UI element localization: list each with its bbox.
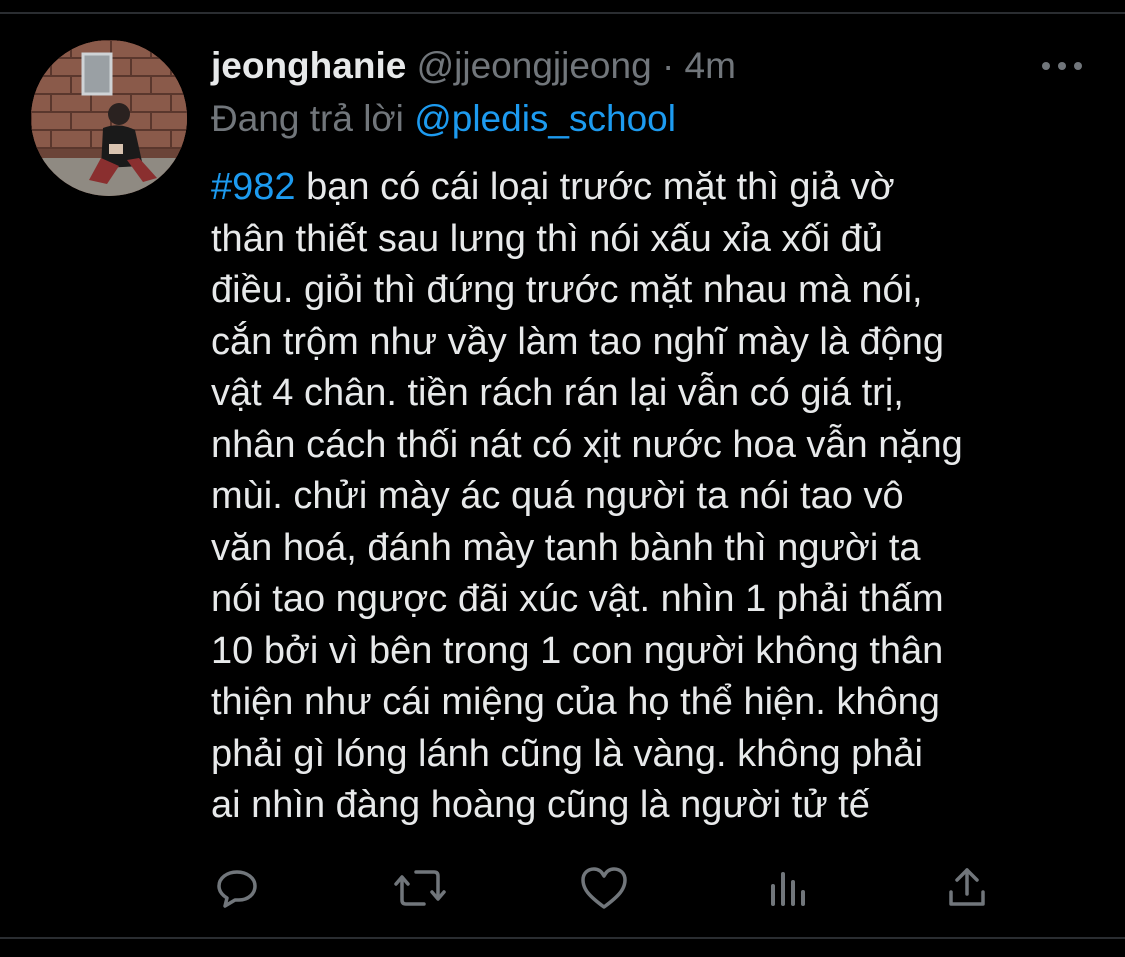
- reply-mention-link[interactable]: @pledis_school: [414, 98, 676, 139]
- tweet-header: jeonghanie @jjeongjjeong · 4m: [211, 42, 736, 90]
- separator-dot: ·: [661, 45, 675, 86]
- retweet-icon[interactable]: [394, 862, 446, 914]
- replying-to-line: Đang trả lời @pledis_school: [211, 95, 676, 143]
- analytics-icon[interactable]: [761, 862, 813, 914]
- tweet-line-text: bạn có cái loại trước mặt thì giả vờ: [295, 166, 895, 208]
- hashtag-link[interactable]: #982: [211, 166, 296, 208]
- tweet-line: 10 bởi vì bên trong 1 con người không th…: [211, 629, 944, 672]
- avatar[interactable]: [31, 40, 187, 196]
- tweet-line: mùi. chửi mày ác quá người ta nói tao vô: [211, 475, 904, 517]
- top-divider: [0, 12, 1125, 14]
- tweet-line: thiện như cái miệng của họ thể hiện. khô…: [211, 681, 940, 723]
- tweet-line: thân thiết sau lưng thì nói xấu xỉa xối …: [211, 217, 883, 260]
- timestamp[interactable]: 4m: [685, 45, 736, 86]
- display-name[interactable]: jeonghanie: [211, 45, 406, 86]
- tweet-line: phải gì lóng lánh cũng là vàng. không ph…: [211, 732, 923, 775]
- tweet-line: nói tao ngược đãi xúc vật. nhìn 1 phải t…: [211, 578, 944, 620]
- reply-icon[interactable]: [211, 862, 263, 914]
- tweet-line: văn hoá, đánh mày tanh bành thì người ta: [211, 526, 921, 569]
- user-handle[interactable]: @jjeongjjeong: [417, 45, 652, 86]
- share-icon[interactable]: [941, 862, 993, 914]
- tweet-line: nhân cách thối nát có xịt nước hoa vẫn n…: [211, 423, 963, 466]
- bottom-divider: [0, 937, 1125, 939]
- tweet-line: #982 bạn có cái loại trước mặt thì giả v…: [211, 162, 1091, 214]
- heart-icon[interactable]: [578, 862, 630, 914]
- tweet-line: ai nhìn đàng hoàng cũng là người tử tế: [211, 784, 870, 826]
- more-horizontal-icon[interactable]: [1040, 56, 1084, 76]
- tweet-line: vật 4 chân. tiền rách rán lại vẫn có giá…: [211, 372, 904, 414]
- tweet-line: điều. giỏi thì đứng trước mặt nhau mà nó…: [211, 269, 923, 311]
- replying-prefix: Đang trả lời: [211, 98, 404, 139]
- tweet-line: cắn trộm như vầy làm tao nghĩ mày là độn…: [211, 320, 945, 363]
- tweet-text: #982 bạn có cái loại trước mặt thì giả v…: [211, 162, 1091, 832]
